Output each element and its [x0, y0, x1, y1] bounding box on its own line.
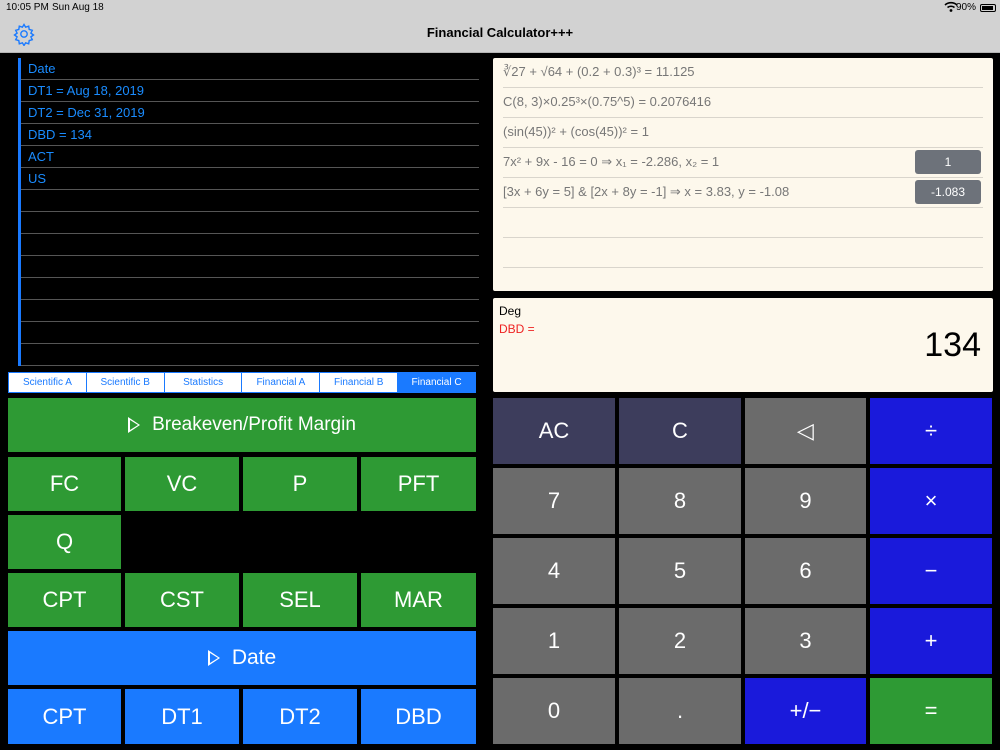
digit-8-button[interactable]: 8: [619, 468, 741, 534]
digit-1-button[interactable]: 1: [493, 608, 615, 674]
disclosure-triangle-icon: [128, 417, 141, 433]
register-row: DBD = 134: [21, 124, 479, 146]
dbd-button[interactable]: DBD: [361, 689, 476, 744]
register-row: DT2 = Dec 31, 2019: [21, 102, 479, 124]
register-row: [21, 256, 479, 278]
register-row: [21, 344, 479, 366]
register-row: Date: [21, 58, 479, 80]
clear-button[interactable]: C: [619, 398, 741, 464]
angle-mode-label: Deg: [499, 304, 522, 318]
digit-4-button[interactable]: 4: [493, 538, 615, 604]
q-button[interactable]: Q: [8, 515, 121, 569]
disclosure-triangle-icon: [207, 650, 220, 666]
vc-button[interactable]: VC: [125, 457, 239, 511]
status-bar: 10:05 PM Sun Aug 18 90%: [0, 0, 1000, 16]
battery-icon: [980, 4, 996, 12]
history-expression: 7x² + 9x - 16 = 0 ⇒ x₁ = -2.286, x₂ = 1: [503, 154, 720, 169]
register-row: [21, 212, 479, 234]
status-time: 10:05 PM: [6, 2, 49, 13]
date-header-button[interactable]: Date: [8, 631, 476, 685]
display-variable-label: DBD =: [499, 322, 535, 336]
equals-button[interactable]: =: [870, 678, 992, 744]
date-header-label: Date: [231, 646, 277, 669]
register-row: US: [21, 168, 479, 190]
cst-button[interactable]: CST: [125, 573, 239, 627]
register-row: [21, 300, 479, 322]
cpt-button[interactable]: CPT: [8, 573, 121, 627]
digit-5-button[interactable]: 5: [619, 538, 741, 604]
history-expression: [3x + 6y = 5] & [2x + 8y = -1] ⇒ x = 3.8…: [503, 184, 790, 199]
subtract-button[interactable]: −: [870, 538, 992, 604]
history-row[interactable]: [3x + 6y = 5] & [2x + 8y = -1] ⇒ x = 3.8…: [503, 178, 983, 208]
register-row: DT1 = Aug 18, 2019: [21, 80, 479, 102]
p-button[interactable]: P: [243, 457, 357, 511]
history-row[interactable]: ∛27 + √64 + (0.2 + 0.3)³ = 11.125: [503, 58, 983, 88]
history-panel: ∛27 + √64 + (0.2 + 0.3)³ = 11.125 C(8, 3…: [493, 58, 993, 291]
digit-9-button[interactable]: 9: [745, 468, 866, 534]
register-row: [21, 278, 479, 300]
app-title: Financial Calculator+++: [426, 25, 574, 40]
digit-3-button[interactable]: 3: [745, 608, 866, 674]
backspace-button[interactable]: ◁: [745, 398, 866, 464]
history-row: [503, 238, 983, 268]
dt2-button[interactable]: DT2: [243, 689, 357, 744]
digit-2-button[interactable]: 2: [619, 608, 741, 674]
result-display: Deg DBD = 134: [493, 298, 993, 392]
multiply-button[interactable]: ×: [870, 468, 992, 534]
register-list: Date DT1 = Aug 18, 2019 DT2 = Dec 31, 20…: [18, 58, 479, 366]
register-row: [21, 234, 479, 256]
all-clear-button[interactable]: AC: [493, 398, 615, 464]
history-expression: C(8, 3)×0.25³×(0.75^5) = 0.2076416: [503, 94, 712, 109]
fc-button[interactable]: FC: [8, 457, 121, 511]
history-row[interactable]: (sin(45))² + (cos(45))² = 1: [503, 118, 983, 148]
history-result-button[interactable]: -1.083: [915, 180, 981, 204]
battery-percent: 90%: [955, 2, 976, 13]
date-cpt-button[interactable]: CPT: [8, 689, 121, 744]
history-result-button[interactable]: 1: [915, 150, 981, 174]
digit-7-button[interactable]: 7: [493, 468, 615, 534]
divide-button[interactable]: ÷: [870, 398, 992, 464]
display-value: 134: [924, 326, 981, 364]
breakeven-header-button[interactable]: Breakeven/Profit Margin: [8, 398, 476, 452]
nav-bar: Financial Calculator+++: [0, 16, 1000, 53]
pft-button[interactable]: PFT: [361, 457, 476, 511]
register-row: ACT: [21, 146, 479, 168]
history-expression: (sin(45))² + (cos(45))² = 1: [503, 124, 649, 139]
digit-0-button[interactable]: 0: [493, 678, 615, 744]
history-row[interactable]: C(8, 3)×0.25³×(0.75^5) = 0.2076416: [503, 88, 983, 118]
add-button[interactable]: +: [870, 608, 992, 674]
tab-financial-c[interactable]: Financial C: [398, 373, 475, 392]
dt1-button[interactable]: DT1: [125, 689, 239, 744]
register-row: [21, 322, 479, 344]
tab-scientific-b[interactable]: Scientific B: [87, 373, 165, 392]
sign-toggle-button[interactable]: +/−: [745, 678, 866, 744]
breakeven-header-label: Breakeven/Profit Margin: [152, 414, 356, 435]
history-expression: ∛27 + √64 + (0.2 + 0.3)³ = 11.125: [503, 64, 695, 79]
decimal-point-button[interactable]: .: [619, 678, 741, 744]
digit-6-button[interactable]: 6: [745, 538, 866, 604]
tab-scientific-a[interactable]: Scientific A: [9, 373, 87, 392]
history-row: [503, 208, 983, 238]
mar-button[interactable]: MAR: [361, 573, 476, 627]
tab-financial-a[interactable]: Financial A: [242, 373, 321, 392]
register-row: [21, 190, 479, 212]
sel-button[interactable]: SEL: [243, 573, 357, 627]
mode-tabs: Scientific A Scientific B Statistics Fin…: [8, 372, 476, 393]
tab-statistics[interactable]: Statistics: [165, 373, 243, 392]
status-date: Sun Aug 18: [52, 2, 104, 13]
history-row[interactable]: 7x² + 9x - 16 = 0 ⇒ x₁ = -2.286, x₂ = 1 1: [503, 148, 983, 178]
tab-financial-b[interactable]: Financial B: [320, 373, 399, 392]
